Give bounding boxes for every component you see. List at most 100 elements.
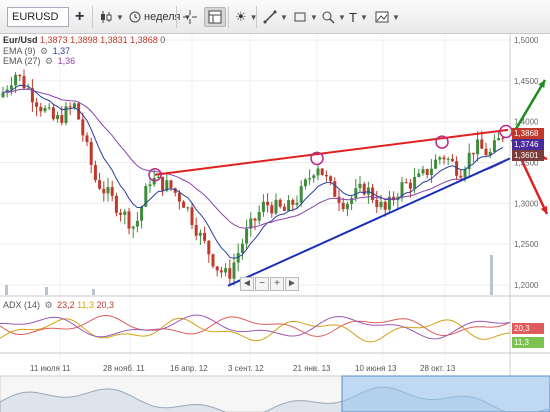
price-tag-ema9: 1,3746 — [512, 139, 544, 150]
text-tool-button[interactable]: T ▼ — [346, 7, 371, 27]
plus-di-value: 11,3 — [77, 300, 95, 310]
candle-body — [312, 175, 316, 179]
candle-body — [203, 232, 207, 241]
chart-area[interactable]: 1,50001,45001,40001,35001,30001,25001,20… — [0, 34, 550, 412]
candle-body — [463, 169, 467, 178]
separator — [92, 6, 93, 28]
candle-body — [434, 159, 438, 169]
candle-body — [35, 102, 39, 107]
candle-body — [358, 183, 362, 189]
zoom-icon — [322, 11, 335, 24]
clock-icon — [129, 11, 141, 23]
candle-body — [18, 74, 22, 77]
gear-icon[interactable]: ⚙ — [45, 300, 53, 310]
candle-body — [81, 119, 85, 136]
price-axis: 1,50001,45001,40001,35001,30001,25001,20… — [514, 36, 539, 290]
candle-body — [47, 107, 51, 109]
candle-body — [287, 200, 291, 211]
chevron-down-icon: ▼ — [116, 12, 124, 22]
draw-shape-button[interactable]: ▼ — [290, 7, 321, 27]
navigator[interactable] — [0, 375, 550, 412]
adx-value: 23,2 — [57, 300, 75, 310]
resistance-trendline[interactable] — [154, 128, 509, 176]
candle-body — [228, 268, 232, 279]
chevron-down-icon: ▼ — [338, 12, 346, 22]
gear-icon[interactable]: ⚙ — [40, 46, 48, 56]
candle-body — [114, 195, 118, 213]
crosshair-button[interactable] — [180, 7, 200, 27]
volume-bar — [92, 289, 95, 295]
volume-bar — [5, 285, 8, 295]
candle-body — [282, 206, 286, 211]
candle-body — [379, 201, 383, 208]
candle-body — [140, 206, 144, 221]
sun-icon: ☀ — [235, 9, 247, 24]
separator — [256, 6, 257, 28]
pair-label: Eur/Usd — [3, 35, 38, 45]
time-axis: 11 июля 11 28 нояб. 11 16 апр. 12 3 сент. 1… — [30, 364, 456, 373]
candle-body — [68, 106, 72, 108]
image-button[interactable]: ▼ — [372, 7, 403, 27]
candle-body — [106, 187, 110, 194]
symbol-input[interactable]: EURUSD — [7, 7, 69, 27]
candle-body — [186, 207, 190, 209]
price-tag-close: 1,3868 — [512, 128, 544, 139]
chart-type-button[interactable]: ▼ — [96, 7, 127, 27]
candle-body — [211, 254, 215, 267]
time-axis-label: 21 янв. 13 — [293, 364, 331, 373]
candle-body — [295, 202, 299, 205]
adx-label: ADX (14) — [3, 300, 41, 310]
candle-body — [127, 211, 131, 229]
time-axis-label: 28 нояб. 11 — [103, 364, 145, 373]
candle-body — [480, 139, 484, 149]
high-value: 1,3898 — [70, 35, 98, 45]
candle-body — [408, 182, 412, 189]
candle-body — [417, 173, 421, 177]
candle-body — [253, 218, 257, 221]
candle-body — [240, 243, 244, 254]
candle-body — [333, 181, 337, 197]
zoom-out-button[interactable]: − — [255, 277, 269, 291]
chevron-down-icon: ▼ — [359, 12, 368, 22]
candle-body — [429, 168, 433, 176]
price-axis-label: 1,2000 — [514, 281, 539, 290]
candle-body — [72, 103, 76, 108]
candle-body — [169, 180, 173, 189]
ema9-value: 1,37 — [52, 46, 71, 56]
candle-body — [450, 158, 454, 162]
candle-body — [278, 199, 282, 207]
candle-body — [257, 211, 261, 221]
candle-body — [135, 220, 139, 227]
trendline-icon — [263, 10, 277, 24]
price-axis-label: 1,4500 — [514, 77, 539, 86]
zoom-in-button[interactable]: + — [270, 277, 284, 291]
crosshair-icon — [183, 10, 197, 24]
candle-body — [324, 175, 328, 177]
gear-icon[interactable]: ⚙ — [45, 56, 53, 66]
candle-body — [261, 201, 265, 212]
candle-body — [383, 201, 387, 210]
zoom-button[interactable]: ▼ — [318, 7, 349, 27]
chevron-down-icon: ▼ — [392, 12, 400, 22]
candle-body — [459, 175, 463, 178]
candle-body — [345, 203, 349, 210]
candle-body — [224, 268, 228, 273]
minus-di-line — [0, 314, 511, 340]
candle-body — [404, 182, 408, 184]
low-value: 1,3831 — [100, 35, 128, 45]
candle-body — [413, 176, 417, 189]
candle-body — [93, 164, 97, 181]
adx-legend: ADX (14) ⚙ 23,2 11,3 20,3 — [3, 300, 114, 311]
draw-line-button[interactable]: ▼ — [260, 7, 291, 27]
add-symbol-button[interactable]: + — [72, 7, 87, 27]
candle-body — [60, 115, 64, 123]
chevron-down-icon: ▼ — [280, 12, 288, 22]
candle-body — [190, 207, 194, 225]
scroll-right-button[interactable]: ► — [285, 277, 299, 291]
price-axis-label: 1,2500 — [514, 240, 539, 249]
candle-body — [471, 152, 475, 155]
scroll-left-button[interactable]: ◄ — [240, 277, 254, 291]
candle-body — [337, 196, 341, 203]
table-view-button[interactable] — [204, 7, 226, 27]
candle-body — [303, 179, 307, 187]
